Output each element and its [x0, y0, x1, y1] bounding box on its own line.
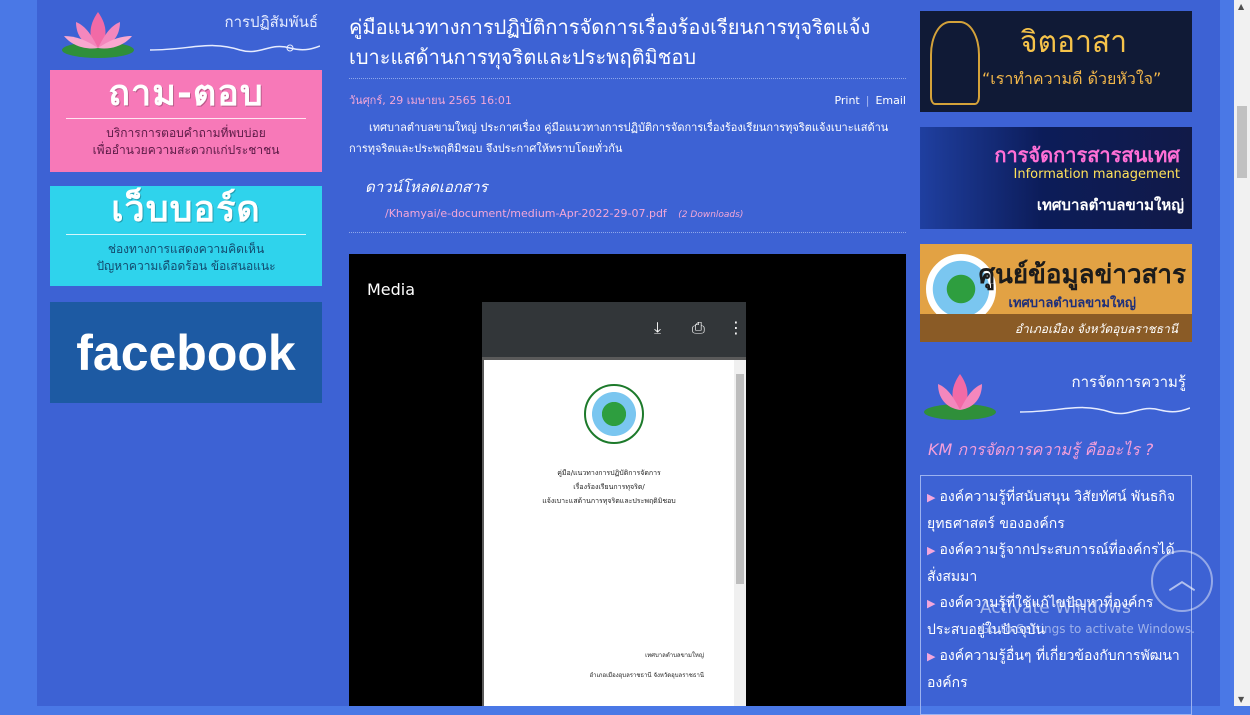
media-panel: Media ⤓ ⎙ ⋮ คู่มือ/แนวทางการปฏิบัติการจั…: [349, 254, 906, 706]
scroll-up-arrow-icon[interactable]: ▲: [1238, 2, 1244, 11]
webboard-line-2: ปัญหาความเดือดร้อน ข้อเสนอแนะ: [96, 259, 276, 273]
activate-windows-watermark: Activate Windows: [980, 598, 1131, 618]
pdf-scroll-thumb[interactable]: [736, 374, 744, 584]
km-item-text: องค์ความรู้อื่นๆ ที่เกี่ยวข้องกับการพัฒน…: [927, 648, 1180, 691]
km-question-link[interactable]: KM การจัดการความรู้ คืออะไร ?: [928, 438, 1192, 463]
webboard-card[interactable]: เว็บบอร์ด ช่องทางการแสดงความคิดเห็นปัญหา…: [50, 186, 322, 286]
km-title: การจัดการความรู้: [1071, 373, 1186, 391]
pdf-foot-line-2: อำเภอเมืองอุบลราชธานี จังหวัดอุบลราชธานี: [589, 672, 704, 679]
download-count: (2 Downloads): [678, 210, 744, 220]
faq-line-1: บริการการตอบคำถามที่พบบ่อย: [106, 126, 266, 140]
info-center-location: อำเภอเมือง จังหวัดอุบลราชธานี: [1014, 322, 1178, 336]
pdf-foot-line-1: เทศบาลตำบลขามใหญ่: [645, 652, 704, 659]
scroll-down-arrow-icon[interactable]: ▼: [1238, 695, 1244, 704]
bullet-icon: ▶: [927, 544, 936, 557]
royal-emblem-icon: [930, 21, 980, 105]
volunteer-banner[interactable]: จิตอาสา “เราทำความดี ด้วยหัวใจ”: [920, 11, 1192, 112]
pdf-viewer[interactable]: ⤓ ⎙ ⋮ คู่มือ/แนวทางการปฏิบัติการจัดการ เ…: [482, 302, 746, 706]
print-icon[interactable]: ⎙: [692, 318, 705, 338]
activate-windows-subtext: Go to Settings to activate Windows.: [980, 622, 1195, 636]
scroll-up-icon[interactable]: ︿: [1151, 550, 1213, 612]
swirl-divider: [1020, 406, 1190, 415]
file-link[interactable]: /Khamyai/e-document/medium-Apr-2022-29-0…: [385, 207, 667, 220]
swirl-divider: [150, 44, 320, 53]
divider: [349, 232, 906, 233]
pdf-page: คู่มือ/แนวทางการปฏิบัติการจัดการ เรื่องร…: [484, 360, 734, 706]
separator: |: [865, 93, 870, 107]
lotus-icon: [924, 374, 996, 420]
download-icon[interactable]: ⤓: [654, 318, 661, 338]
municipality-seal: [584, 384, 644, 444]
bullet-icon: ▶: [927, 597, 936, 610]
article-date: วันศุกร์, 29 เมษายน 2565 16:01: [349, 94, 512, 107]
list-item[interactable]: ▶ องค์ความรู้จากประสบการณ์ที่องค์กรได้สั่…: [927, 537, 1185, 590]
bullet-icon: ▶: [927, 650, 936, 663]
email-link[interactable]: Email: [875, 94, 906, 107]
km-item-text: องค์ความรู้จากประสบการณ์ที่องค์กรได้สั่ง…: [927, 542, 1175, 585]
information-management-banner[interactable]: การจัดการสารสนเทศ Information management…: [920, 127, 1192, 229]
more-vert-icon[interactable]: ⋮: [728, 318, 744, 337]
list-item[interactable]: ▶ องค์ความรู้อื่นๆ ที่เกี่ยวข้องกับการพัฒ…: [927, 643, 1185, 696]
webboard-title: เว็บบอร์ด: [111, 189, 261, 230]
article-body: เทศบาลตำบลขามใหญ่ ประกาศเรื่อง คู่มือแนว…: [349, 121, 889, 155]
km-section-header: การจัดการความรู้: [920, 362, 1192, 424]
section-title: การปฏิสัมพันธ์: [224, 13, 319, 31]
media-label: Media: [367, 280, 416, 299]
faq-title: ถาม-ตอบ: [108, 73, 264, 114]
pdf-doc-footer: เทศบาลตำบลขามใหญ่ อำเภอเมืองอุบลราชธานี …: [590, 646, 704, 686]
divider: [349, 78, 906, 79]
download-heading: ดาวน์โหลดเอกสาร: [365, 178, 488, 196]
faq-card[interactable]: ถาม-ตอบ บริการการตอบคำถามที่พบบ่อยเพื่ออ…: [50, 70, 322, 172]
pdf-title-line-3: แจ้งเบาะแสด้านการทุจริตและประพฤติมิชอบ: [542, 497, 676, 505]
article-title: คู่มือแนวทางการปฏิบัติการจัดการเรื่องร้อ…: [349, 15, 871, 69]
print-link[interactable]: Print: [834, 94, 859, 107]
divider: [66, 234, 306, 235]
info-center-org: เทศบาลตำบลขามใหญ่: [1008, 296, 1137, 311]
article-meta: วันศุกร์, 29 เมษายน 2565 16:01 Print | Ema…: [349, 91, 906, 109]
pdf-title-line-2: เรื่องร้องเรียนการทุจริต/: [573, 483, 645, 491]
page-scroll-thumb[interactable]: [1237, 106, 1247, 178]
facebook-banner[interactable]: facebook: [50, 302, 322, 403]
pdf-title-line-1: คู่มือ/แนวทางการปฏิบัติการจัดการ: [557, 469, 661, 477]
info-center-title: ศูนย์ข้อมูลข่าวสาร: [978, 260, 1186, 290]
pdf-scrollbar[interactable]: [734, 360, 746, 706]
list-item[interactable]: ▶ องค์ความรู้ที่สนับสนุน วิสัยทัศน์ พันธก…: [927, 484, 1185, 537]
page-scrollbar[interactable]: ▲ ▼: [1234, 0, 1250, 706]
left-sidebar: การปฏิสัมพันธ์ ถาม-ตอบ บริการการตอบคำถาม…: [50, 0, 322, 403]
info-mgmt-subtitle: Information management: [1013, 167, 1180, 182]
volunteer-slogan: “เราทำความดี ด้วยหัวใจ”: [982, 69, 1162, 88]
article: คู่มือแนวทางการปฏิบัติการจัดการเรื่องร้อ…: [349, 0, 906, 706]
km-list: ▶ องค์ความรู้ที่สนับสนุน วิสัยทัศน์ พันธก…: [920, 475, 1192, 715]
download-row: /Khamyai/e-document/medium-Apr-2022-29-0…: [385, 207, 906, 220]
volunteer-title: จิตอาสา: [1020, 25, 1128, 60]
pdf-doc-title: คู่มือ/แนวทางการปฏิบัติการจัดการ เรื่องร…: [484, 466, 734, 508]
webboard-line-1: ช่องทางการแสดงความคิดเห็น: [107, 242, 265, 256]
article-actions: Print | Email: [834, 94, 906, 107]
pdf-toolbar: ⤓ ⎙ ⋮: [482, 302, 746, 357]
divider: [66, 118, 306, 119]
bullet-icon: ▶: [927, 491, 936, 504]
km-item-text: องค์ความรู้ที่สนับสนุน วิสัยทัศน์ พันธกิ…: [927, 489, 1176, 532]
information-center-banner[interactable]: ศูนย์ข้อมูลข่าวสาร เทศบาลตำบลขามใหญ่ อำเ…: [920, 244, 1192, 342]
lotus-icon: [62, 12, 134, 58]
interaction-section-header: การปฏิสัมพันธ์: [50, 0, 322, 62]
faq-line-2: เพื่ออำนวยความสะดวกแก่ประชาชน: [92, 143, 280, 157]
info-mgmt-org: เทศบาลตำบลขามใหญ่: [1036, 196, 1184, 214]
